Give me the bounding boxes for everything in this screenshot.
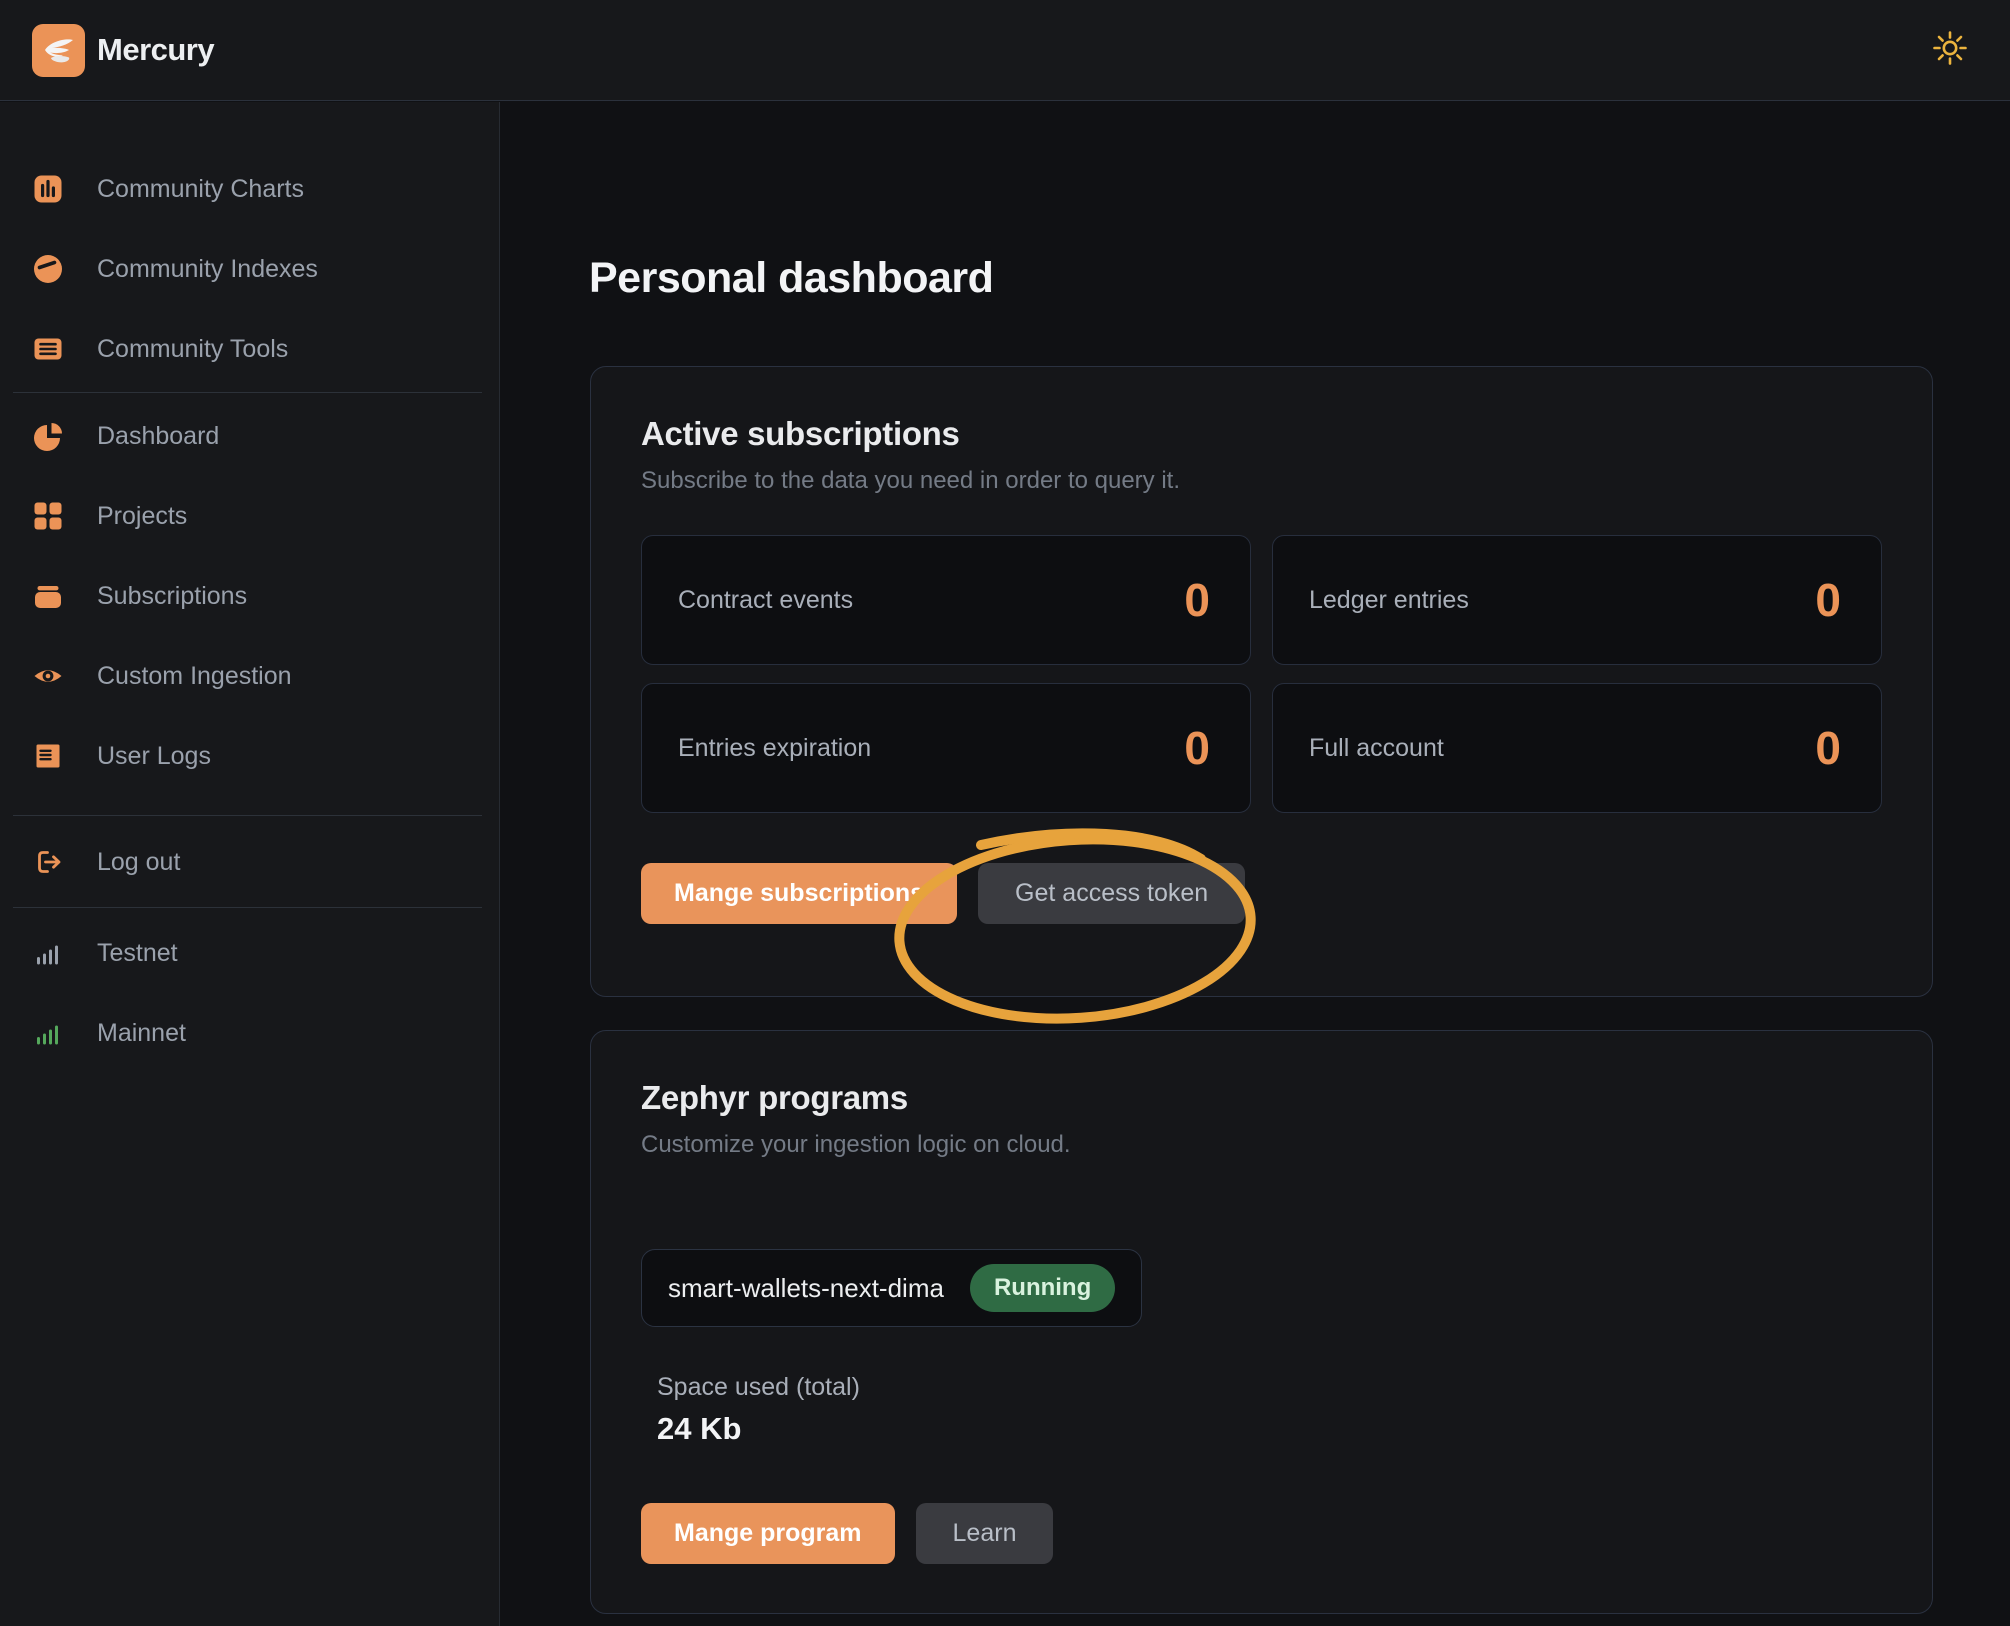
stat-ledger-entries: Ledger entries 0 (1272, 535, 1882, 665)
gauge-icon (33, 254, 63, 284)
sidebar-item-community-indexes[interactable]: Community Indexes (0, 229, 499, 309)
sidebar-item-subscriptions[interactable]: Subscriptions (0, 556, 499, 636)
card-subtitle: Subscribe to the data you need in order … (641, 467, 1181, 494)
manage-subscriptions-button[interactable]: Mange subscriptions (641, 863, 958, 924)
subscriptions-buttons: Mange subscriptions Get access token (641, 863, 1882, 924)
sidebar-item-label: Testnet (97, 938, 178, 967)
sidebar-item-community-tools[interactable]: Community Tools (0, 309, 499, 389)
log-file-icon (33, 741, 63, 771)
sidebar-item-mainnet[interactable]: Mainnet (0, 993, 499, 1073)
sidebar-item-label: User Logs (97, 741, 211, 770)
list-card-icon (33, 334, 63, 364)
topbar: Mercury (0, 0, 2010, 101)
subscriptions-stats-grid: Contract events 0 Ledger entries 0 Entri… (641, 535, 1882, 813)
grid-icon (33, 501, 63, 531)
get-access-token-button[interactable]: Get access token (978, 863, 1246, 924)
sidebar-item-user-logs[interactable]: User Logs (0, 716, 499, 796)
stat-label: Contract events (678, 585, 854, 614)
card-title: Active subscriptions (641, 415, 960, 452)
stat-entries-expiration: Entries expiration 0 (641, 683, 1251, 813)
sidebar-item-label: Community Tools (97, 334, 289, 363)
sidebar-item-label: Community Indexes (97, 254, 318, 283)
stat-value: 0 (1184, 722, 1210, 774)
theme-toggle-button[interactable] (1928, 28, 1972, 72)
space-used-label: Space used (total) (657, 1373, 860, 1401)
zephyr-programs-card: Zephyr programs Customize your ingestion… (590, 1030, 1933, 1614)
signal-bars-icon (33, 938, 63, 968)
sidebar-item-dashboard[interactable]: Dashboard (0, 396, 499, 476)
signal-bars-icon (33, 1018, 63, 1048)
sidebar-divider (13, 815, 482, 816)
sidebar-item-label: Projects (97, 501, 188, 530)
program-name: smart-wallets-next-dima (668, 1272, 944, 1303)
main-content: Personal dashboard Active subscriptions … (501, 102, 2010, 1626)
eye-icon (33, 661, 63, 691)
sidebar-item-custom-ingestion[interactable]: Custom Ingestion (0, 636, 499, 716)
mercury-logo[interactable] (32, 23, 85, 77)
space-used-value: 24 Kb (657, 1411, 742, 1446)
card-title: Zephyr programs (641, 1079, 908, 1116)
sun-icon (1931, 29, 1969, 72)
space-used-block: Space used (total) 24 Kb (641, 1373, 1882, 1447)
zephyr-buttons: Mange program Learn (641, 1503, 1882, 1564)
page-title: Personal dashboard (589, 254, 994, 302)
sidebar-item-community-charts[interactable]: Community Charts (0, 149, 499, 229)
sidebar-item-projects[interactable]: Projects (0, 476, 499, 556)
sidebar-item-label: Custom Ingestion (97, 661, 292, 690)
active-subscriptions-card: Active subscriptions Subscribe to the da… (590, 366, 1933, 997)
learn-button[interactable]: Learn (915, 1503, 1054, 1564)
stat-contract-events: Contract events 0 (641, 535, 1251, 665)
stat-value: 0 (1184, 574, 1210, 626)
sidebar-divider (13, 392, 482, 393)
manage-program-button[interactable]: Mange program (641, 1503, 895, 1564)
sidebar-item-label: Mainnet (97, 1018, 186, 1047)
logout-icon (33, 847, 63, 877)
stat-label: Ledger entries (1309, 585, 1469, 614)
archive-icon (33, 581, 63, 611)
sidebar-divider (13, 907, 482, 908)
sidebar: Community Charts Community Indexes Commu… (0, 102, 500, 1626)
program-chip[interactable]: smart-wallets-next-dima Running (641, 1249, 1143, 1327)
status-badge: Running (969, 1264, 1116, 1312)
stat-label: Entries expiration (678, 733, 872, 762)
brand-name: Mercury (97, 32, 215, 67)
sidebar-item-label: Community Charts (97, 174, 304, 203)
sidebar-item-label: Subscriptions (97, 581, 248, 610)
stat-value: 0 (1815, 722, 1841, 774)
sidebar-item-testnet[interactable]: Testnet (0, 913, 499, 993)
sidebar-item-label: Dashboard (97, 421, 220, 450)
bar-chart-icon (33, 174, 63, 204)
sidebar-item-label: Log out (97, 847, 181, 876)
wing-icon (39, 28, 79, 73)
stat-full-account: Full account 0 (1272, 683, 1882, 813)
card-subtitle: Customize your ingestion logic on cloud. (641, 1131, 1071, 1158)
stat-label: Full account (1309, 733, 1444, 762)
stat-value: 0 (1815, 574, 1841, 626)
sidebar-item-log-out[interactable]: Log out (0, 822, 499, 902)
pie-chart-icon (33, 421, 63, 451)
